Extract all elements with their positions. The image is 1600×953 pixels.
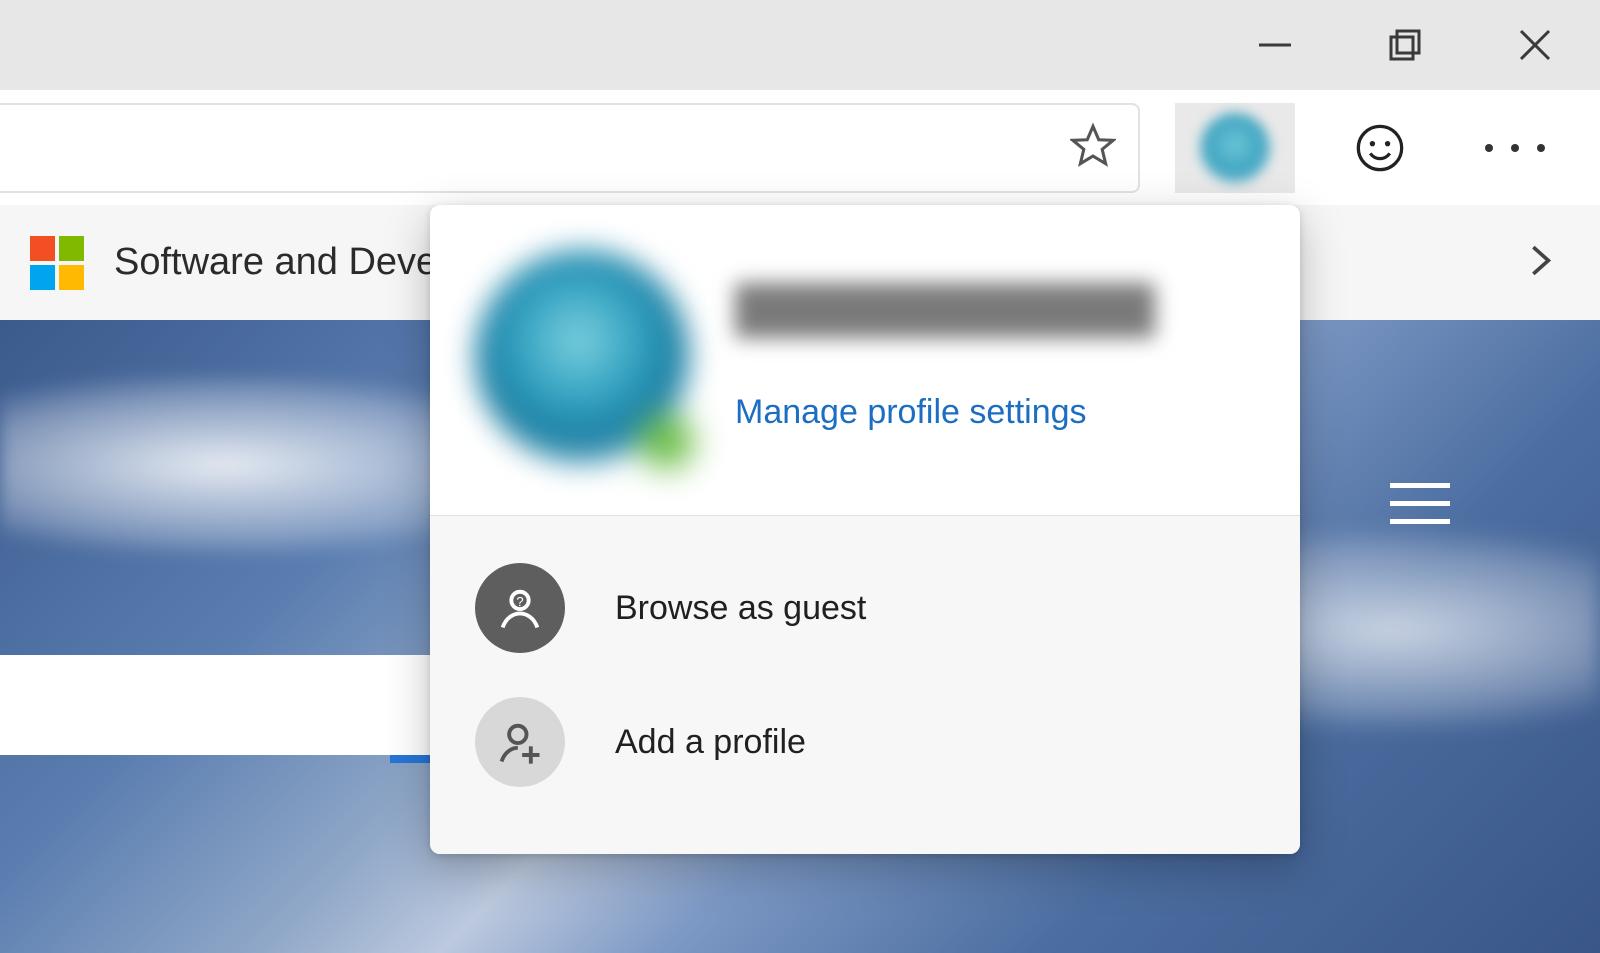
page-panel bbox=[0, 655, 430, 755]
profile-avatar bbox=[475, 250, 690, 465]
star-icon bbox=[1070, 123, 1116, 169]
profile-avatar-icon bbox=[1200, 113, 1270, 183]
window-maximize-button[interactable] bbox=[1340, 0, 1470, 90]
profile-flyout-header: Manage profile settings bbox=[430, 205, 1300, 515]
ellipsis-icon bbox=[1485, 144, 1493, 152]
window-minimize-button[interactable] bbox=[1210, 0, 1340, 90]
manage-profile-link[interactable]: Manage profile settings bbox=[735, 393, 1087, 431]
smiley-icon bbox=[1354, 122, 1406, 174]
profile-flyout: Manage profile settings ? Browse as gues… bbox=[430, 205, 1300, 854]
add-profile-item[interactable]: Add a profile bbox=[475, 675, 1255, 809]
window-titlebar bbox=[0, 0, 1600, 90]
chevron-right-icon bbox=[1520, 240, 1560, 280]
browser-toolbar bbox=[0, 90, 1600, 205]
address-bar[interactable] bbox=[0, 103, 1140, 193]
microsoft-logo-icon bbox=[30, 236, 84, 290]
window-close-button[interactable] bbox=[1470, 0, 1600, 90]
add-profile-icon bbox=[475, 697, 565, 787]
favorites-star-button[interactable] bbox=[1070, 123, 1116, 174]
profile-button[interactable] bbox=[1175, 103, 1295, 193]
bookmark-item[interactable]: Software and Devel… bbox=[114, 241, 484, 284]
hamburger-icon bbox=[1390, 483, 1450, 488]
guest-profile-icon: ? bbox=[475, 563, 565, 653]
hamburger-icon bbox=[1390, 519, 1450, 524]
bookmarks-overflow-button[interactable] bbox=[1520, 240, 1560, 285]
settings-and-more-button[interactable] bbox=[1460, 103, 1570, 193]
feedback-button[interactable] bbox=[1335, 103, 1425, 193]
browse-as-guest-label: Browse as guest bbox=[615, 589, 866, 628]
ellipsis-icon bbox=[1511, 144, 1519, 152]
hamburger-icon bbox=[1390, 501, 1450, 506]
browse-as-guest-item[interactable]: ? Browse as guest bbox=[475, 541, 1255, 675]
add-profile-label: Add a profile bbox=[615, 723, 806, 762]
profile-name bbox=[735, 283, 1155, 338]
page-menu-button[interactable] bbox=[1390, 470, 1450, 537]
ellipsis-icon bbox=[1537, 144, 1545, 152]
close-icon bbox=[1515, 25, 1555, 65]
svg-text:?: ? bbox=[516, 594, 523, 609]
minimize-icon bbox=[1255, 25, 1295, 65]
maximize-icon bbox=[1385, 25, 1425, 65]
